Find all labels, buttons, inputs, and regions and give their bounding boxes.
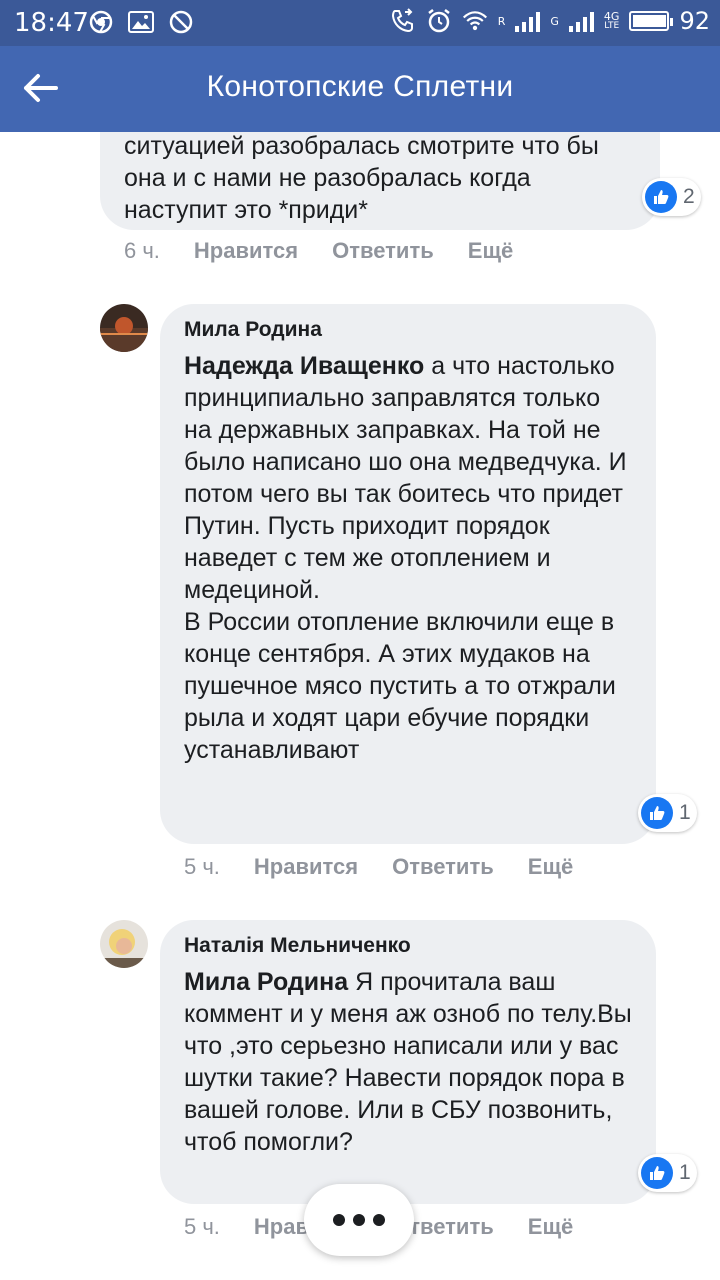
- comment-bubble[interactable]: Мила Родина Надежда Иващенко а что насто…: [160, 304, 656, 844]
- image-icon: [128, 9, 154, 35]
- comment-body: Надежда Иващенко а что настолько принцип…: [184, 350, 632, 766]
- like-button[interactable]: Нравится: [254, 854, 358, 880]
- comment-bubble[interactable]: Наталія Мельниченко Мила Родина Я прочит…: [160, 920, 656, 1204]
- comment-mention[interactable]: Надежда Иващенко: [184, 352, 424, 380]
- battery-icon: [629, 11, 674, 31]
- call-forward-icon: [390, 8, 416, 34]
- comment-actions: 6 ч. Нравится Ответить Ещё: [124, 238, 547, 264]
- signal-2-label: G: [550, 14, 559, 28]
- signal-2-icon: [568, 10, 594, 32]
- like-icon: [641, 797, 673, 829]
- comment-text: ситуацией разобралась смотрите что бы он…: [124, 132, 606, 224]
- network-type: 4G LTE: [604, 11, 620, 31]
- reaction-number: 1: [679, 801, 691, 824]
- comment-mention[interactable]: Мила Родина: [184, 968, 348, 996]
- avatar[interactable]: [100, 920, 148, 968]
- reaction-number: 1: [679, 1161, 691, 1184]
- alarm-icon: [426, 8, 452, 34]
- like-button[interactable]: Нравится: [194, 238, 298, 264]
- signal-1-icon: [515, 10, 541, 32]
- comment-time: 6 ч.: [124, 238, 160, 263]
- comment-body: Мила Родина Я прочитала ваш коммент и у …: [184, 966, 632, 1158]
- more-button[interactable]: Ещё: [468, 238, 513, 264]
- page-title: Конотопские Сплетни: [206, 70, 514, 103]
- status-time: 18:47: [14, 8, 89, 38]
- system-icons: R G 4G LTE 92: [390, 7, 710, 35]
- more-button[interactable]: Ещё: [528, 854, 573, 880]
- comments-list[interactable]: ситуацией разобралась смотрите что бы он…: [0, 132, 720, 1280]
- more-options-button[interactable]: [304, 1184, 414, 1256]
- reaction-count[interactable]: 2: [642, 178, 701, 216]
- signal-1-label: R: [497, 14, 506, 28]
- like-icon: [641, 1157, 673, 1189]
- reply-button[interactable]: Ответить: [332, 238, 434, 264]
- reaction-number: 2: [683, 185, 695, 208]
- status-bar: 18:47 R G 4G LTE 92: [0, 0, 720, 46]
- app-bar: Конотопские Сплетни: [0, 46, 720, 132]
- reaction-count[interactable]: 1: [638, 794, 697, 832]
- battery-percent: 92: [679, 7, 710, 35]
- reaction-count[interactable]: 1: [638, 1154, 697, 1192]
- chrome-icon: [88, 9, 114, 35]
- block-icon: [168, 9, 194, 35]
- comment-time: 5 ч.: [184, 854, 220, 879]
- reply-button[interactable]: Ответить: [392, 854, 494, 880]
- notification-icons: [88, 9, 194, 35]
- dot-icon: [353, 1214, 365, 1226]
- comment-time: 5 ч.: [184, 1214, 220, 1239]
- wifi-icon: [462, 8, 488, 34]
- comment-text: а что настолько принципиально заправлятс…: [184, 352, 627, 764]
- network-bottom-label: LTE: [604, 21, 620, 31]
- comment-author[interactable]: Наталія Мельниченко: [184, 934, 632, 958]
- avatar[interactable]: [100, 304, 148, 352]
- comment-text: Я прочитала ваш коммент и у меня аж озно…: [184, 968, 639, 1156]
- comment-bubble[interactable]: ситуацией разобралась смотрите что бы он…: [100, 132, 660, 230]
- like-icon: [645, 181, 677, 213]
- dot-icon: [333, 1214, 345, 1226]
- comment-author[interactable]: Мила Родина: [184, 318, 632, 342]
- dot-icon: [373, 1214, 385, 1226]
- more-button[interactable]: Ещё: [528, 1214, 573, 1240]
- comment-actions: 5 ч. Нравится Ответить Ещё: [184, 854, 607, 880]
